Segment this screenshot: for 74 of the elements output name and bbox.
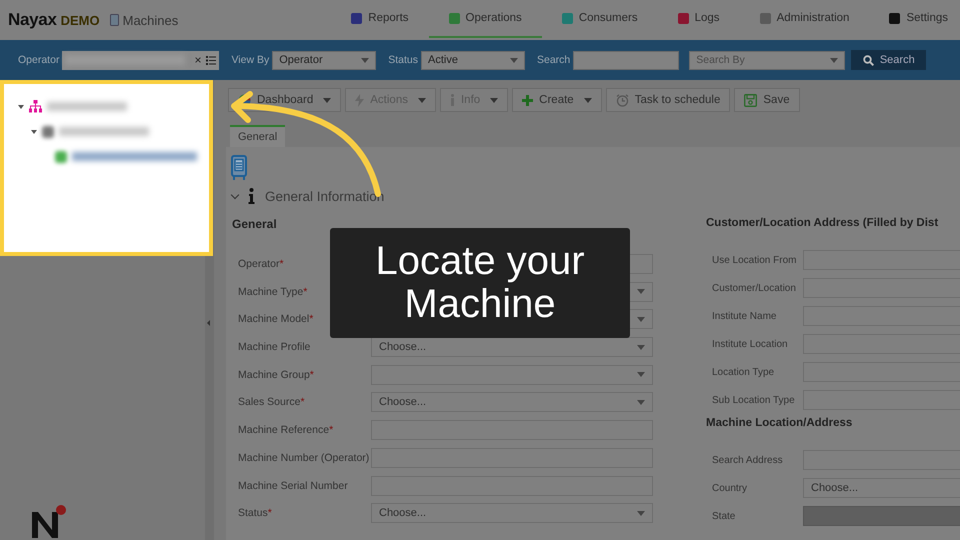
field-label: Search Address [712,454,784,466]
field-label: Operator* [238,258,285,270]
field-label: Status* [238,507,273,520]
search-by-select[interactable]: Search By [689,50,846,70]
caption-text: Locate your [375,240,585,283]
group-title: Customer/Location Address (Filled by Dist [706,217,940,231]
toolbar-button[interactable]: Create [512,88,602,112]
caption-text: Machine [404,283,556,326]
page-title: Machines [122,12,178,28]
list-icon[interactable] [203,50,220,70]
field-label: Machine Profile [238,341,312,354]
select-field[interactable] [371,364,653,385]
machine-icon [110,14,119,26]
field-label: Sub Location Type [712,394,796,406]
field-label: Machine Group* [238,368,315,381]
toolbar-button[interactable]: Save [734,88,800,112]
field-label: Use Location From [712,254,798,266]
group-title: General [232,217,278,233]
caret-icon [323,98,332,102]
nav-tab[interactable]: Reports [331,0,429,38]
search-icon [862,54,874,66]
filter-label: View By [231,54,270,66]
nav-tab[interactable]: Logs [658,0,740,38]
field-label: State [712,510,736,522]
field-label: Machine Serial Number [238,480,349,492]
field-label: Machine Model* [238,313,314,326]
vending-machine-icon [231,155,247,180]
caret-icon [490,98,498,102]
blurred-tree-label[interactable] [47,102,127,111]
select-field[interactable]: Choose... [371,337,653,358]
select-field[interactable]: Choose... [371,392,653,412]
info-icon [248,188,255,204]
blurred-tree-label[interactable] [59,127,149,136]
blurred-tree-label[interactable] [72,152,197,161]
operator-field[interactable] [62,50,192,70]
field-label: Machine Type* [238,286,308,298]
clear-button[interactable]: × [192,50,204,70]
toolbar-button[interactable]: Task to schedule [606,88,730,112]
form-tab[interactable]: General [230,125,286,147]
field-label: Machine Number (Operator) [238,452,370,464]
field-label: Location Type [712,366,776,378]
hierarchy-icon [29,100,42,113]
search-field[interactable] [573,50,680,70]
pie-chart-icon [238,94,251,106]
expand-caret-icon[interactable] [31,130,37,134]
field-label: Country [712,482,748,494]
nayax-logo: Nayax [8,10,57,30]
alarm-clock-icon [616,94,629,106]
group-title: Machine Location/Address [706,417,854,431]
nav-tab[interactable]: Administration [740,0,870,38]
field-label: Institute Location [712,338,789,350]
nav-tab[interactable]: Consumers [542,0,658,38]
plus-icon [522,94,534,106]
blurred-icon [42,126,54,138]
status-select[interactable]: Active [420,50,525,70]
filter-label: Operator [18,54,60,66]
blurred-icon [55,150,67,162]
field-label: Sales Source* [238,396,306,408]
logo-suffix: DEMO [60,12,100,28]
expand-caret-icon[interactable] [18,104,24,108]
filter-label: Status [388,54,418,66]
nav-tab[interactable]: Operations [428,0,542,38]
field-label: Institute Name [712,310,778,322]
caret-icon [584,98,592,102]
field-label: Customer/Location [712,282,797,294]
caret-icon [418,98,426,102]
select-field[interactable]: Choose... [371,503,653,524]
nav-tab[interactable]: Settings [869,0,952,38]
filter-label: Search [536,54,570,66]
text-field[interactable]: Choose... [803,478,960,498]
section-title: General Information [265,188,384,204]
search-button[interactable]: Search [851,50,926,70]
view-by-select[interactable]: Operator [272,50,376,70]
field-label: Machine Reference* [238,424,334,436]
